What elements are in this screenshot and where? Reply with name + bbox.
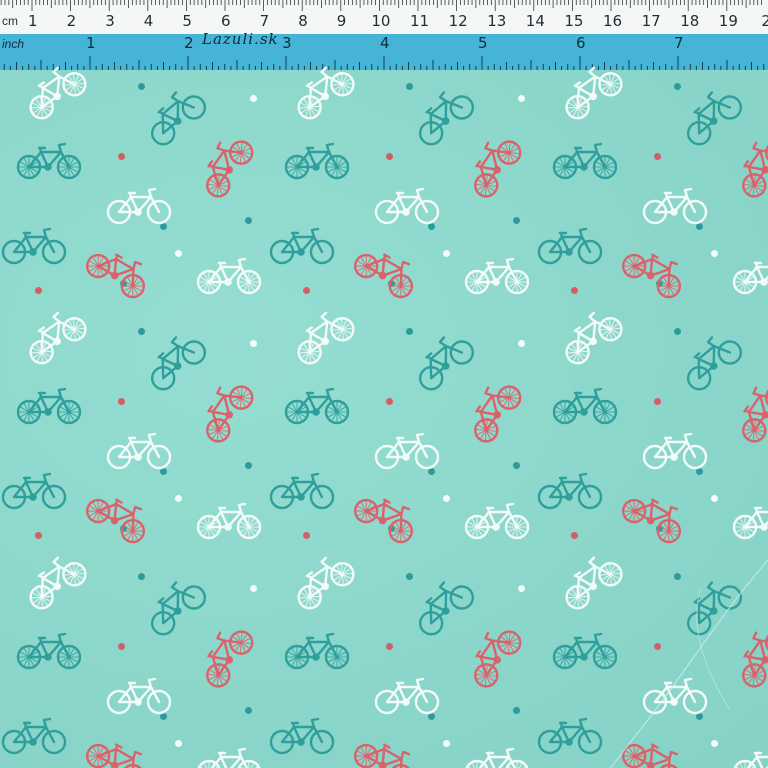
inch-number: 4 (380, 34, 390, 52)
cm-number: 3 (105, 12, 115, 30)
cm-number: 2 (761, 12, 768, 30)
cm-number: 16 (603, 12, 623, 30)
cm-number: 13 (487, 12, 507, 30)
cm-number: 1 (28, 12, 38, 30)
inch-number: 6 (576, 34, 586, 52)
cm-number: 2 (66, 12, 77, 30)
cm-number: 14 (525, 12, 545, 30)
cm-number: 11 (410, 12, 430, 30)
inch-unit-label: inch (2, 37, 25, 51)
cm-number: 10 (371, 12, 391, 30)
cm-unit-label: cm (2, 14, 18, 28)
cm-number: 15 (564, 12, 584, 30)
loose-thread (585, 559, 768, 768)
cm-number: 7 (259, 12, 270, 30)
cm-number: 8 (298, 12, 308, 30)
inch-number: 5 (478, 34, 488, 52)
cm-number: 9 (336, 12, 347, 30)
cm-number: 6 (221, 12, 231, 30)
bicycle-print-fabric (0, 66, 768, 768)
cm-number: 4 (143, 12, 154, 30)
fabric-photo: cm inch Lazuli.sk 1 2 3 4 5 6 7 8 9 10 11 12 13 14 15 1… (0, 0, 768, 768)
inch-number: 3 (282, 34, 292, 52)
cm-number: 19 (718, 12, 738, 30)
inch-number: 7 (674, 34, 684, 52)
measuring-ruler: cm inch Lazuli.sk 1 2 3 4 5 6 7 8 9 10 11 12 13 14 15 1… (0, 0, 768, 72)
inch-number: 2 (184, 34, 194, 52)
cm-number: 18 (680, 12, 700, 30)
cm-number: 12 (448, 12, 468, 30)
ruler-brand-label: Lazuli.sk (202, 30, 279, 48)
cm-number: 5 (182, 12, 192, 30)
cm-number: 17 (641, 12, 661, 30)
inch-number: 1 (86, 34, 96, 52)
